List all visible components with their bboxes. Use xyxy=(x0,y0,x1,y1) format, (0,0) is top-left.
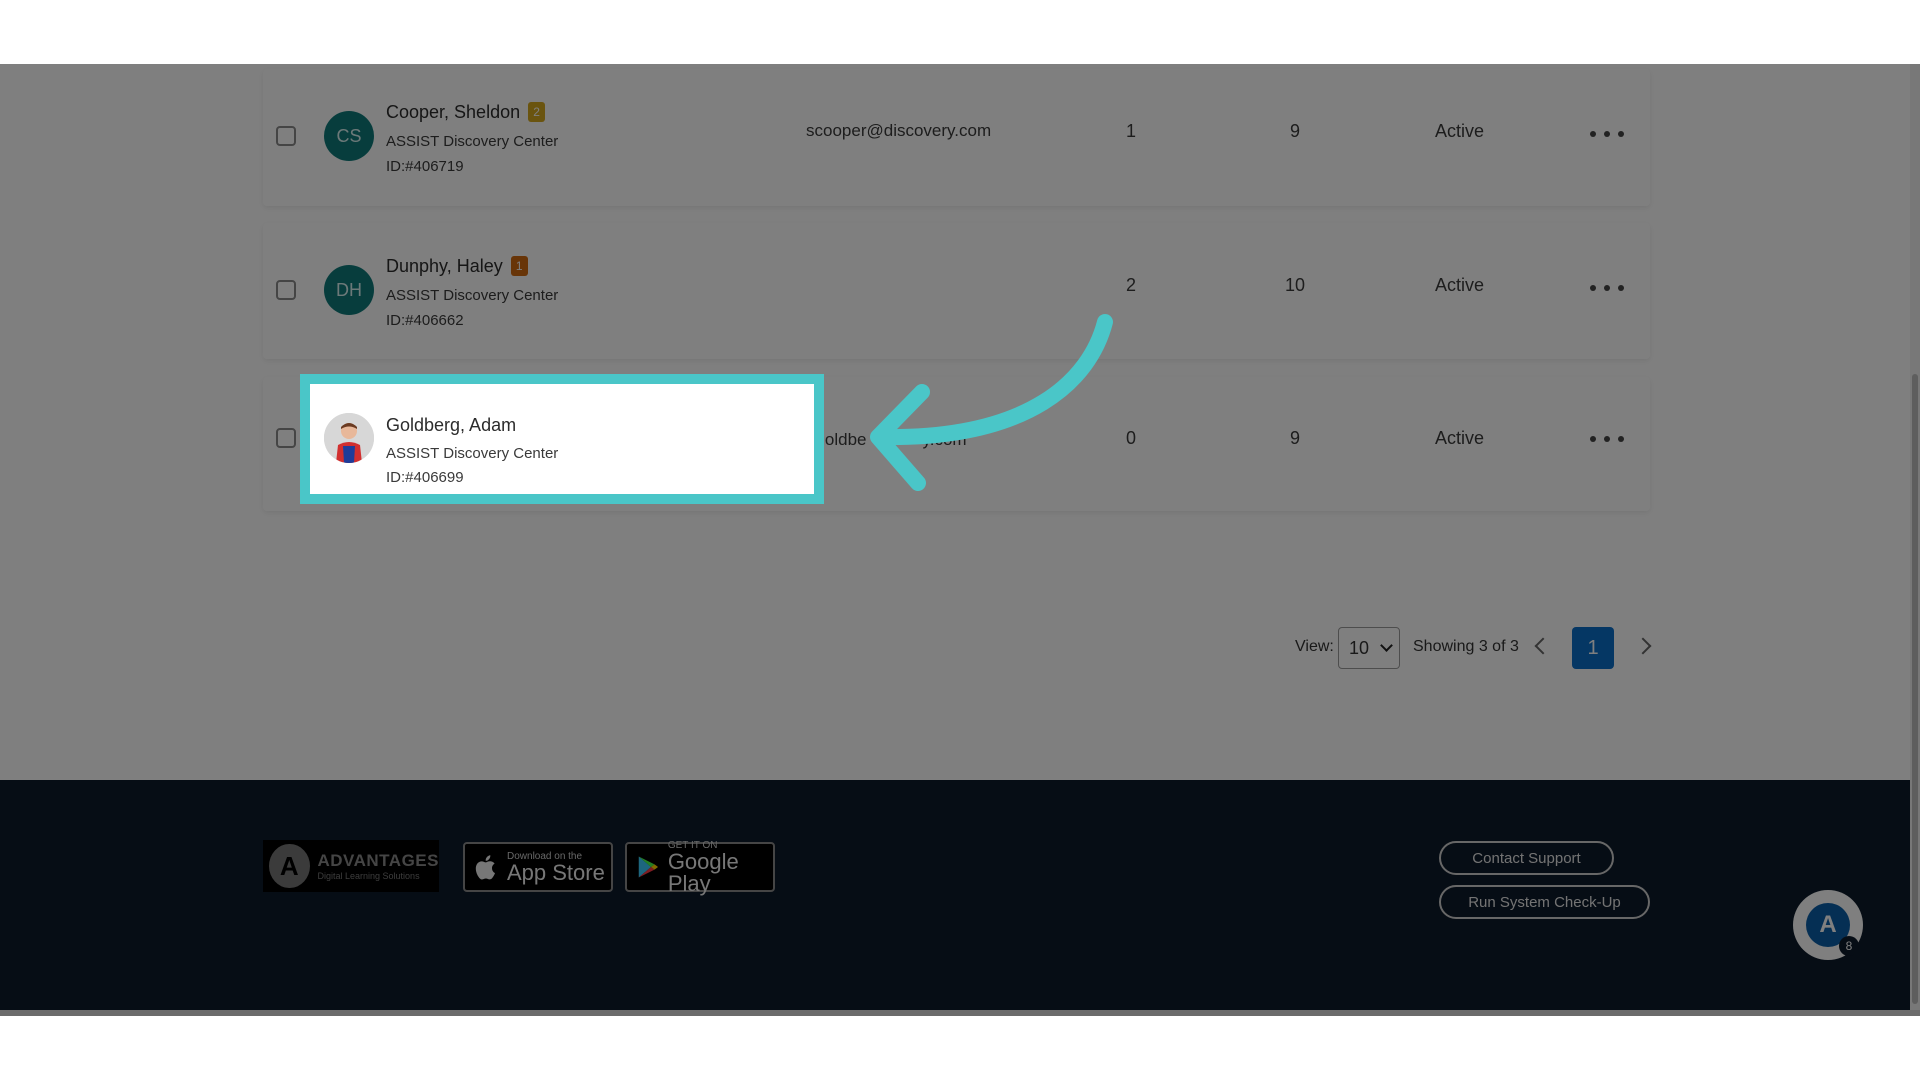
page-bottom-area xyxy=(0,1016,1920,1080)
page-top-area xyxy=(0,0,1920,64)
student-id: ID:#406699 xyxy=(386,469,464,486)
screen: CS Cooper, Sheldon2 ASSIST Discovery Cen… xyxy=(0,0,1920,1080)
highlighted-student-card[interactable]: Goldberg, Adam ASSIST Discovery Center I… xyxy=(300,374,824,504)
student-name[interactable]: Goldberg, Adam xyxy=(386,415,516,436)
student-org: ASSIST Discovery Center xyxy=(386,445,559,462)
dim-overlay xyxy=(0,64,1920,1016)
person-icon xyxy=(324,413,374,463)
pointer-arrow-icon xyxy=(870,314,1113,491)
student-photo-avatar xyxy=(324,413,374,463)
